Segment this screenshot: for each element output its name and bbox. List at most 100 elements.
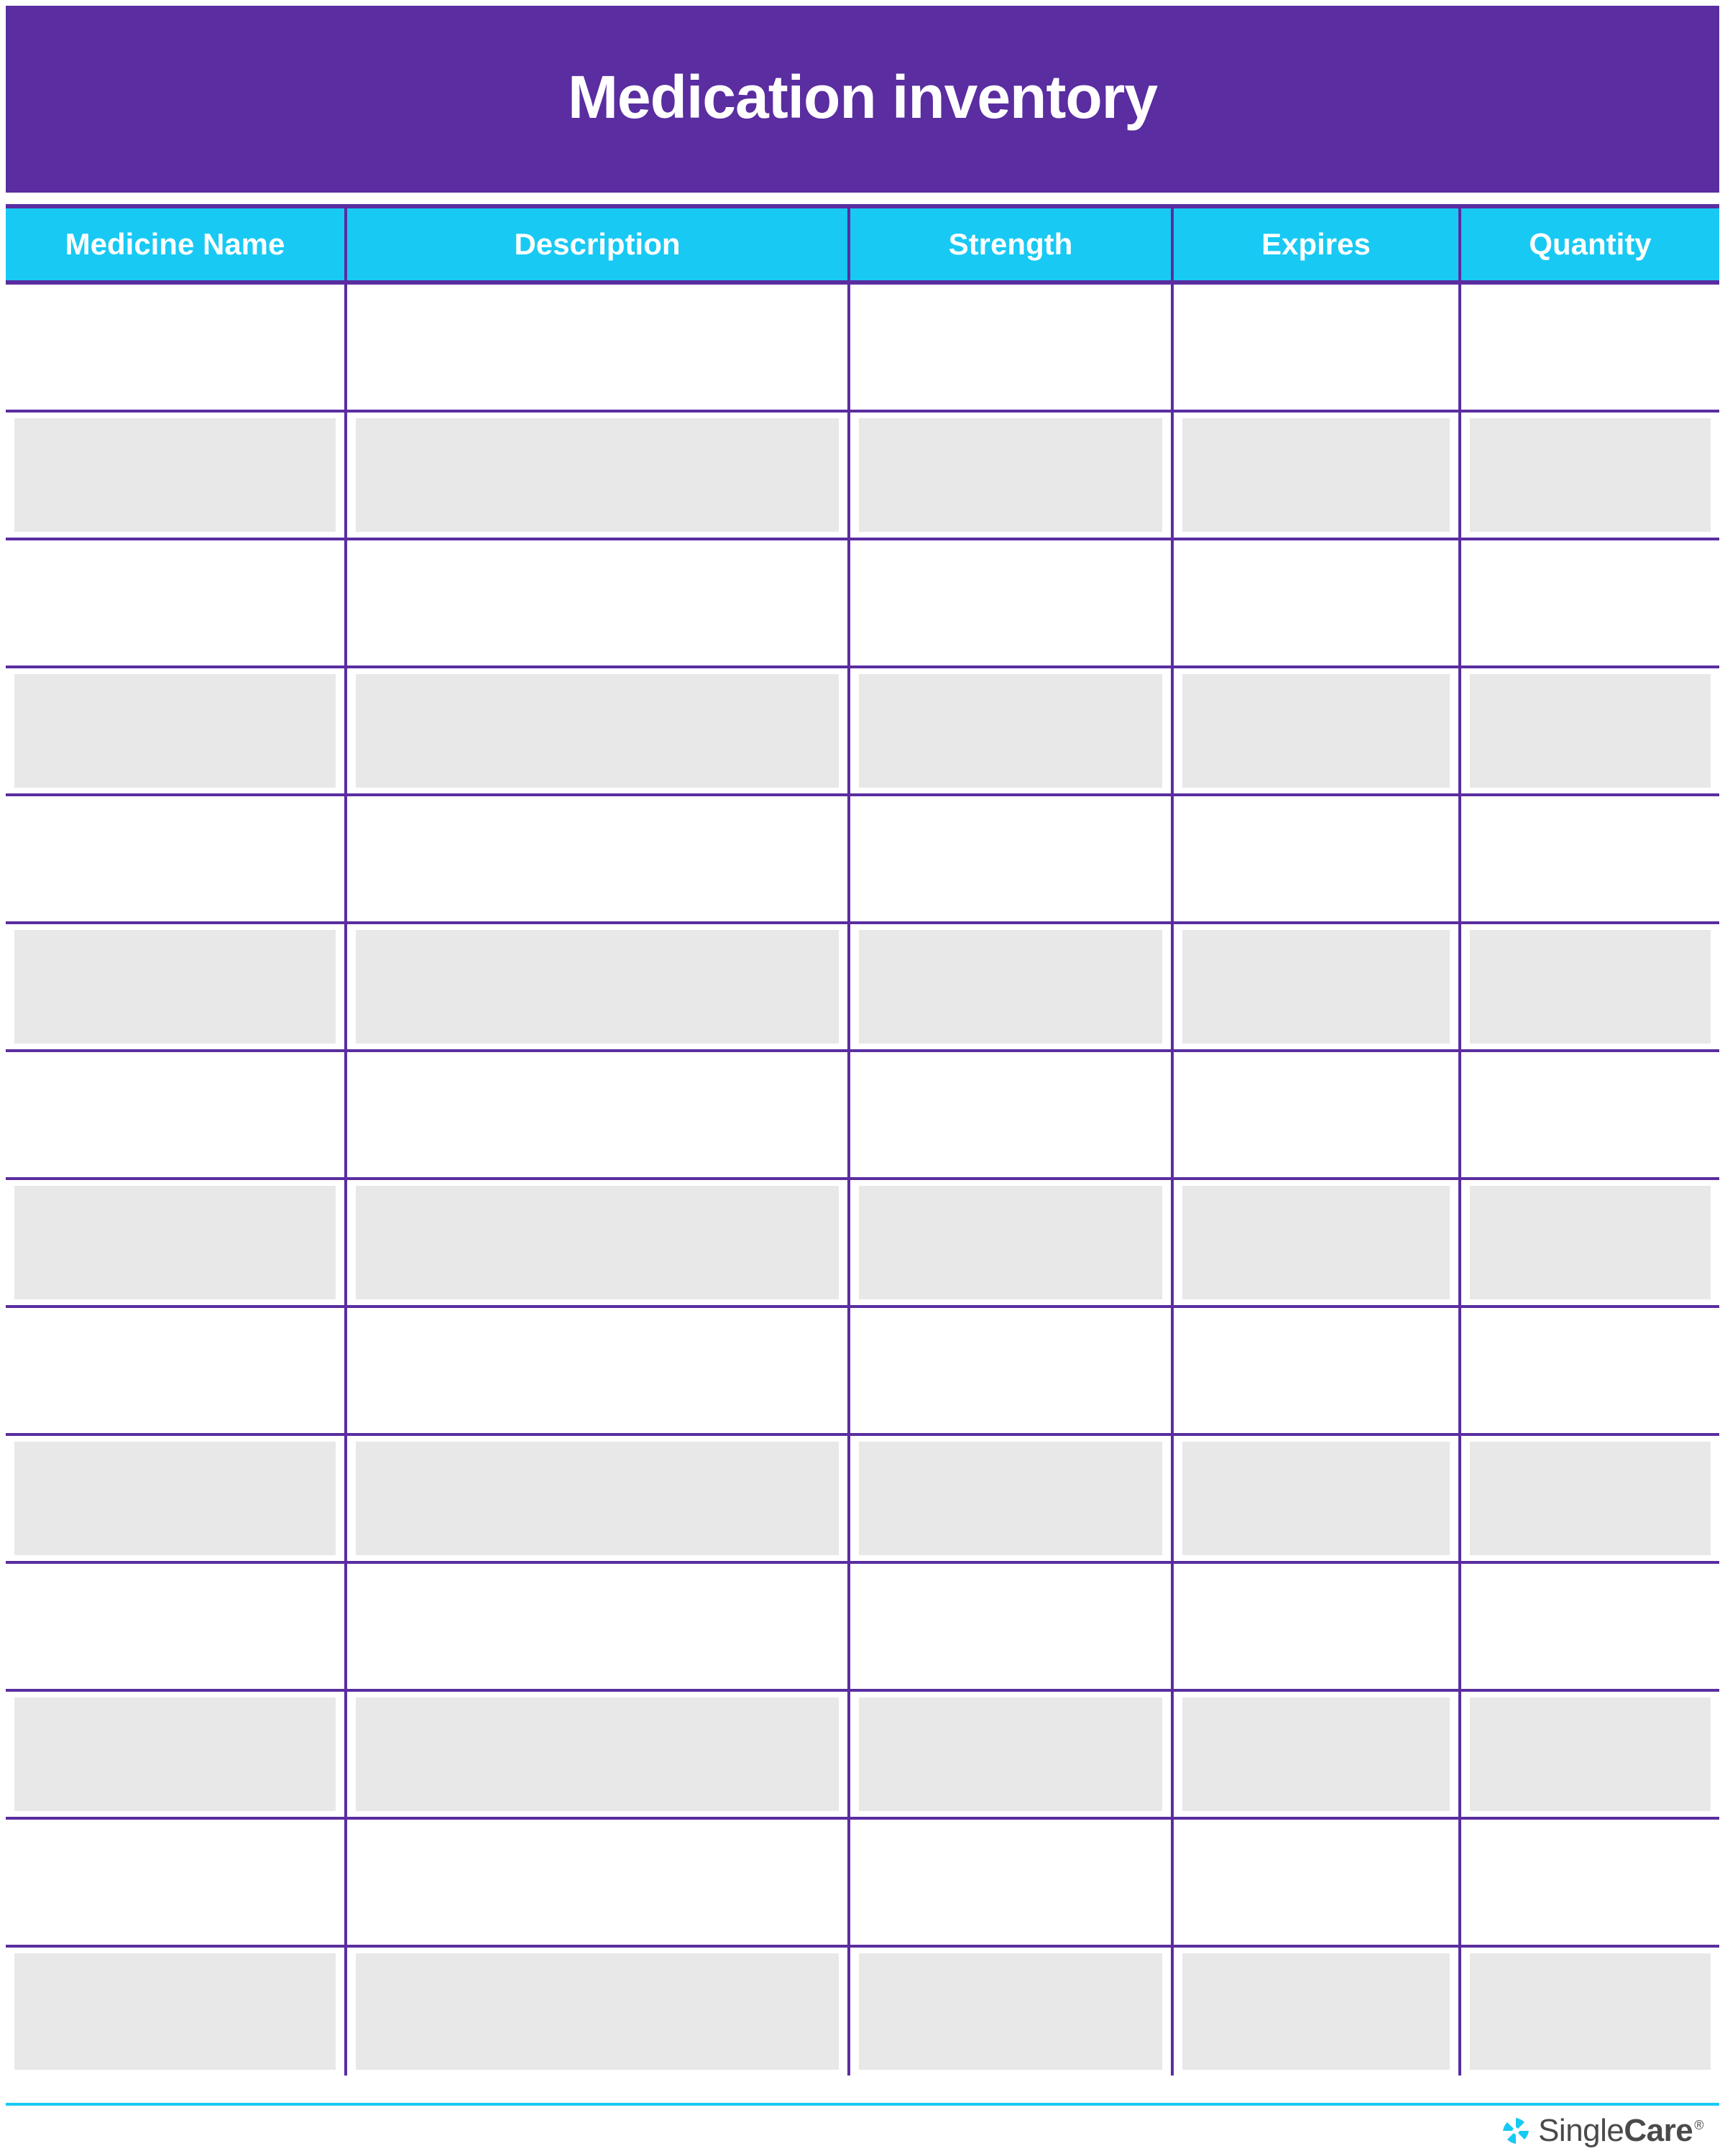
cell-strength[interactable] — [850, 796, 1174, 921]
cell-expires[interactable] — [1174, 1948, 1461, 2076]
cell-description[interactable] — [347, 285, 850, 410]
table-row — [6, 1820, 1719, 1948]
cell-description[interactable] — [347, 1820, 850, 1945]
table-row — [6, 796, 1719, 924]
cell-quantity[interactable] — [1461, 1564, 1719, 1689]
table-row — [6, 668, 1719, 796]
cell-expires[interactable] — [1174, 1308, 1461, 1433]
cell-strength[interactable] — [850, 413, 1174, 538]
brand-name-light: Single — [1538, 2113, 1624, 2148]
header-gap — [0, 193, 1725, 204]
cell-description[interactable] — [347, 924, 850, 1049]
cell-description[interactable] — [347, 668, 850, 793]
cell-description[interactable] — [347, 413, 850, 538]
cell-quantity[interactable] — [1461, 1948, 1719, 2076]
cell-expires[interactable] — [1174, 1052, 1461, 1177]
table-row — [6, 1436, 1719, 1564]
table-row — [6, 1308, 1719, 1436]
page-header: Medication inventory — [6, 6, 1719, 193]
cell-expires[interactable] — [1174, 1436, 1461, 1561]
cell-quantity[interactable] — [1461, 924, 1719, 1049]
inventory-table: Medicine Name Description Strength Expir… — [6, 204, 1719, 2106]
cell-expires[interactable] — [1174, 1180, 1461, 1305]
table-row — [6, 1180, 1719, 1308]
cell-quantity[interactable] — [1461, 668, 1719, 793]
col-header-quantity: Quantity — [1461, 208, 1719, 280]
table-row — [6, 1692, 1719, 1820]
cell-quantity[interactable] — [1461, 540, 1719, 665]
cell-medicine-name[interactable] — [6, 285, 347, 410]
medication-inventory-page: Medication inventory Medicine Name Descr… — [0, 0, 1725, 2156]
cell-strength[interactable] — [850, 668, 1174, 793]
cell-expires[interactable] — [1174, 540, 1461, 665]
cell-expires[interactable] — [1174, 1820, 1461, 1945]
cell-medicine-name[interactable] — [6, 540, 347, 665]
table-row — [6, 1564, 1719, 1692]
cell-medicine-name[interactable] — [6, 1180, 347, 1305]
cell-description[interactable] — [347, 1052, 850, 1177]
col-header-expires: Expires — [1174, 208, 1461, 280]
table-row — [6, 1948, 1719, 2076]
table-row — [6, 540, 1719, 668]
col-header-description: Description — [347, 208, 850, 280]
table-header-row: Medicine Name Description Strength Expir… — [6, 204, 1719, 285]
cell-medicine-name[interactable] — [6, 1436, 347, 1561]
table-row — [6, 413, 1719, 540]
cell-medicine-name[interactable] — [6, 924, 347, 1049]
table-row — [6, 285, 1719, 413]
cell-description[interactable] — [347, 796, 850, 921]
cell-strength[interactable] — [850, 1052, 1174, 1177]
cell-description[interactable] — [347, 1692, 850, 1817]
cell-medicine-name[interactable] — [6, 1052, 347, 1177]
cell-description[interactable] — [347, 540, 850, 665]
brand-name-bold: Care — [1624, 2113, 1693, 2148]
cell-strength[interactable] — [850, 1436, 1174, 1561]
cell-quantity[interactable] — [1461, 1052, 1719, 1177]
table-row — [6, 924, 1719, 1052]
cell-strength[interactable] — [850, 1692, 1174, 1817]
cell-strength[interactable] — [850, 285, 1174, 410]
cell-quantity[interactable] — [1461, 1436, 1719, 1561]
cell-medicine-name[interactable] — [6, 1692, 347, 1817]
cell-medicine-name[interactable] — [6, 668, 347, 793]
cell-expires[interactable] — [1174, 924, 1461, 1049]
cell-quantity[interactable] — [1461, 413, 1719, 538]
cell-expires[interactable] — [1174, 413, 1461, 538]
singlecare-logo-icon — [1501, 2116, 1531, 2146]
cell-strength[interactable] — [850, 924, 1174, 1049]
cell-description[interactable] — [347, 1436, 850, 1561]
cell-quantity[interactable] — [1461, 796, 1719, 921]
cell-strength[interactable] — [850, 1820, 1174, 1945]
cell-quantity[interactable] — [1461, 1308, 1719, 1433]
cell-expires[interactable] — [1174, 668, 1461, 793]
cell-strength[interactable] — [850, 1180, 1174, 1305]
cell-expires[interactable] — [1174, 796, 1461, 921]
cell-expires[interactable] — [1174, 1564, 1461, 1689]
cell-medicine-name[interactable] — [6, 796, 347, 921]
page-title: Medication inventory — [568, 63, 1157, 132]
cell-medicine-name[interactable] — [6, 1308, 347, 1433]
cell-description[interactable] — [347, 1308, 850, 1433]
cell-quantity[interactable] — [1461, 285, 1719, 410]
cell-quantity[interactable] — [1461, 1692, 1719, 1817]
cell-quantity[interactable] — [1461, 1820, 1719, 1945]
cell-medicine-name[interactable] — [6, 1948, 347, 2076]
cell-expires[interactable] — [1174, 285, 1461, 410]
col-header-medicine-name: Medicine Name — [6, 208, 347, 280]
table-row — [6, 1052, 1719, 1180]
cell-description[interactable] — [347, 1948, 850, 2076]
cell-medicine-name[interactable] — [6, 413, 347, 538]
brand-registered-mark: ® — [1694, 2118, 1703, 2132]
cell-quantity[interactable] — [1461, 1180, 1719, 1305]
cell-description[interactable] — [347, 1180, 850, 1305]
cell-strength[interactable] — [850, 540, 1174, 665]
col-header-strength: Strength — [850, 208, 1174, 280]
cell-expires[interactable] — [1174, 1692, 1461, 1817]
cell-strength[interactable] — [850, 1308, 1174, 1433]
cell-description[interactable] — [347, 1564, 850, 1689]
footer: SingleCare® — [0, 2106, 1725, 2156]
cell-strength[interactable] — [850, 1564, 1174, 1689]
cell-medicine-name[interactable] — [6, 1820, 347, 1945]
cell-medicine-name[interactable] — [6, 1564, 347, 1689]
cell-strength[interactable] — [850, 1948, 1174, 2076]
